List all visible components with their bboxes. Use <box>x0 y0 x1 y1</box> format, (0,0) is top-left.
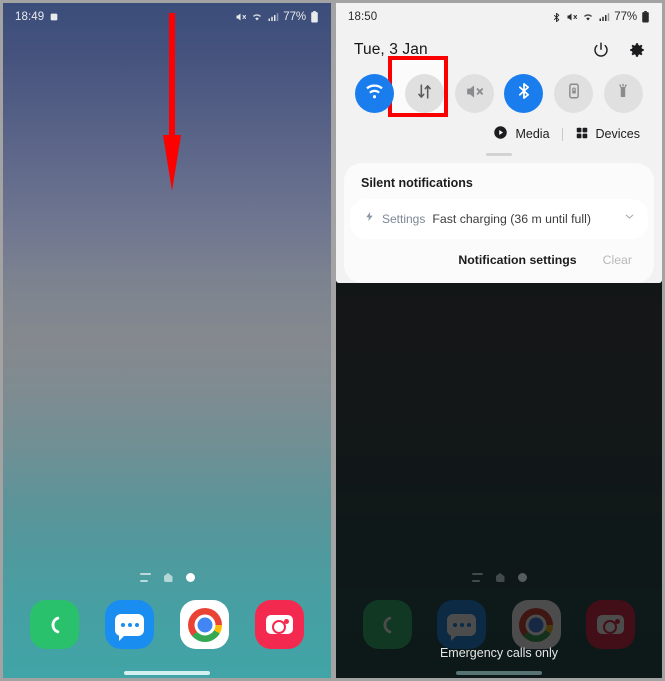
silent-notifications-header: Silent notifications <box>361 176 473 190</box>
home-page-indicator[interactable] <box>163 573 173 582</box>
arrow-shaft <box>169 13 175 141</box>
left-dock <box>3 600 331 649</box>
rotate-lock-icon <box>565 82 583 105</box>
right-page-indicators <box>336 573 662 582</box>
bluetooth-icon <box>551 12 562 23</box>
battery-percent: 77% <box>614 11 637 23</box>
battery-charging-icon <box>310 11 319 23</box>
notification-actions: Notification settings Clear <box>344 239 654 283</box>
left-status-bar: 18:49 77% <box>3 3 331 31</box>
current-page-dot[interactable] <box>517 573 527 582</box>
notification-item[interactable]: Settings Fast charging (36 m until full) <box>350 199 648 239</box>
messages-icon[interactable] <box>437 600 487 649</box>
media-label: Media <box>515 127 550 141</box>
home-page-indicator[interactable] <box>495 573 505 582</box>
tile-wifi[interactable] <box>355 74 394 113</box>
home-gesture-bar[interactable] <box>124 671 210 675</box>
battery-percent: 77% <box>283 11 306 23</box>
home-gesture-bar[interactable] <box>456 671 542 675</box>
chevron-down-icon[interactable] <box>623 210 636 228</box>
messages-icon[interactable] <box>105 600 154 649</box>
battery-charging-icon <box>641 11 650 23</box>
media-button[interactable]: Media <box>493 125 550 143</box>
charging-bolt-icon <box>364 210 375 228</box>
notification-settings-button[interactable]: Notification settings <box>458 253 576 267</box>
emergency-calls-text: Emergency calls only <box>439 646 559 660</box>
wifi-icon <box>364 81 385 107</box>
wifi-icon <box>251 11 263 23</box>
devices-grid-icon <box>575 126 589 143</box>
phone-icon[interactable] <box>362 600 412 649</box>
bluetooth-icon <box>514 81 534 106</box>
quick-settings-panel: 18:50 77% Tue, 3 Jan Media Devices Silen… <box>336 3 662 283</box>
chrome-icon[interactable] <box>180 600 229 649</box>
media-devices-divider <box>561 127 563 141</box>
quick-settings-tiles <box>336 65 662 115</box>
phone-icon[interactable] <box>30 600 79 649</box>
right-dock <box>336 600 662 649</box>
screenshot-stage: 18:49 77% Emergency calls only 18:50 77%… <box>0 0 665 681</box>
play-circle-icon <box>493 125 508 143</box>
media-devices-row: Media Devices <box>336 115 662 143</box>
left-page-indicators <box>3 573 331 582</box>
current-page-dot[interactable] <box>185 573 195 582</box>
tile-mobile-data[interactable] <box>404 74 444 113</box>
tile-auto-rotate[interactable] <box>554 74 594 113</box>
chrome-icon[interactable] <box>511 600 561 649</box>
flashlight-icon <box>614 82 632 105</box>
devices-label: Devices <box>595 127 640 141</box>
left-phone-screen: 18:49 77% <box>3 3 331 678</box>
gear-icon[interactable] <box>628 41 646 59</box>
clear-button[interactable]: Clear <box>603 253 632 267</box>
apps-lines-indicator[interactable] <box>471 573 483 582</box>
alarm-icon <box>49 12 59 22</box>
camera-icon[interactable] <box>255 600 304 649</box>
status-clock: 18:50 <box>348 11 378 23</box>
wifi-icon <box>582 11 594 23</box>
quick-panel-header: Tue, 3 Jan <box>336 31 662 65</box>
panel-drag-handle[interactable] <box>486 153 512 156</box>
right-status-bar: 18:50 77% <box>336 3 662 31</box>
camera-icon[interactable] <box>586 600 636 649</box>
notification-card: Silent notifications Settings Fast charg… <box>344 163 654 283</box>
tile-bluetooth[interactable] <box>504 74 544 113</box>
arrow-head <box>163 135 181 191</box>
power-icon[interactable] <box>592 41 610 59</box>
apps-lines-indicator[interactable] <box>139 573 151 582</box>
mute-icon <box>464 81 485 107</box>
status-clock: 18:49 <box>15 11 45 23</box>
mute-icon <box>235 11 247 23</box>
tile-flashlight[interactable] <box>603 74 643 113</box>
right-phone-screen: Emergency calls only 18:50 77% Tue, 3 Ja… <box>336 3 662 678</box>
signal-icon <box>267 11 279 23</box>
mobile-data-icon <box>415 82 434 106</box>
tile-mute[interactable] <box>454 74 494 113</box>
notification-text: Fast charging (36 m until full) <box>432 212 591 226</box>
mute-icon <box>566 11 578 23</box>
signal-icon <box>598 11 610 23</box>
devices-button[interactable]: Devices <box>575 126 640 143</box>
notification-app-name: Settings <box>382 212 426 226</box>
